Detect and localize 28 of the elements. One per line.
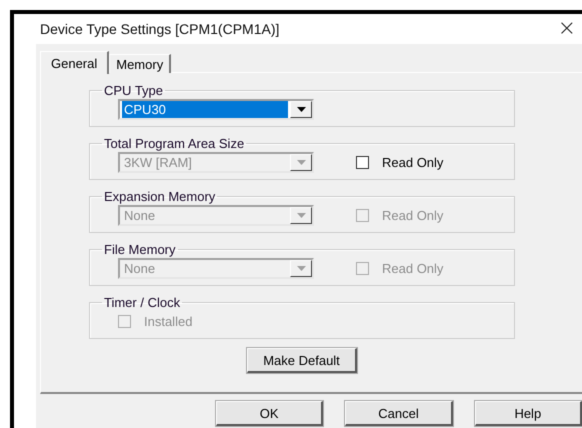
checkbox-label: Read Only	[382, 154, 444, 170]
checkbox-label: Read Only	[382, 208, 444, 222]
dropdown-value: CPU30	[122, 100, 288, 118]
dropdown-value: 3KW [RAM]	[123, 154, 193, 170]
window-title: Device Type Settings [CPM1(CPM1A)]	[40, 21, 280, 37]
dropdown[interactable]: CPU30	[118, 98, 314, 120]
close-button[interactable]: ×	[556, 18, 578, 40]
dialog-button[interactable]: Help	[474, 401, 582, 426]
caret-icon	[296, 106, 306, 112]
tab[interactable]: Memory	[109, 54, 172, 73]
group-title: Expansion Memory	[103, 189, 216, 204]
tab[interactable]: General	[40, 51, 110, 74]
group-title: Timer / Clock	[103, 295, 182, 310]
group-title: CPU Type	[103, 83, 164, 98]
group-title: File Memory	[103, 242, 177, 257]
caret-icon	[296, 266, 306, 270]
checkbox-label: Installed	[144, 314, 192, 328]
caret-icon	[296, 212, 306, 218]
caret-icon	[296, 160, 306, 164]
dropdown-value: None	[123, 206, 156, 224]
make-default-button[interactable]: Make Default	[247, 348, 357, 373]
dialog-button[interactable]: OK	[216, 401, 324, 426]
dialog-button[interactable]: Cancel	[345, 401, 453, 426]
dropdown-value: None	[123, 260, 156, 276]
checkbox-label: Read Only	[382, 260, 444, 276]
group-title: Total Program Area Size	[103, 136, 246, 151]
dropdown-arrow-button[interactable]	[290, 100, 312, 118]
checkbox[interactable]	[356, 156, 369, 168]
